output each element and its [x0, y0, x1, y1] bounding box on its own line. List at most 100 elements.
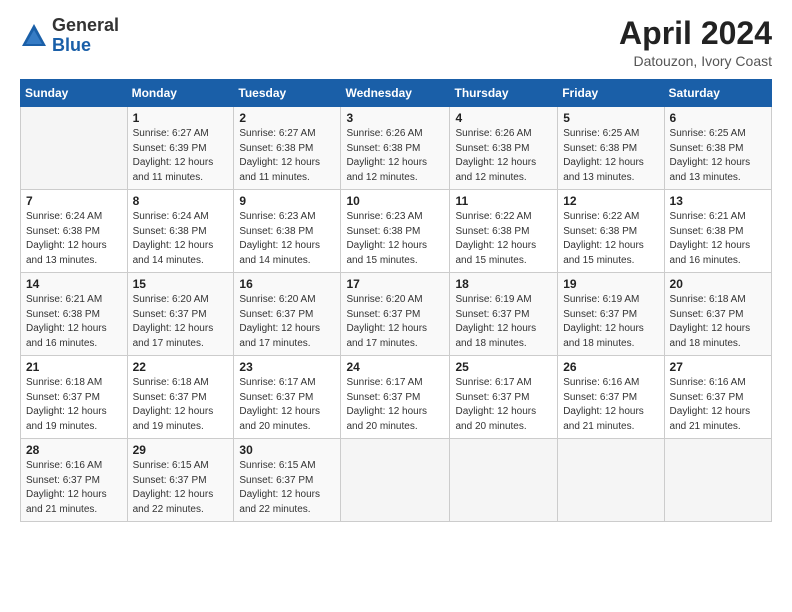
calendar-cell	[558, 439, 664, 522]
day-info: Sunrise: 6:26 AM Sunset: 6:38 PM Dayligh…	[455, 127, 552, 185]
day-info: Sunrise: 6:27 AM Sunset: 6:38 PM Dayligh…	[239, 127, 335, 185]
logo: General Blue	[20, 16, 119, 56]
day-info: Sunrise: 6:16 AM Sunset: 6:37 PM Dayligh…	[563, 376, 658, 434]
day-number: 4	[455, 111, 552, 125]
calendar-cell: 16Sunrise: 6:20 AM Sunset: 6:37 PM Dayli…	[234, 273, 341, 356]
day-number: 22	[133, 360, 229, 374]
day-info: Sunrise: 6:17 AM Sunset: 6:37 PM Dayligh…	[455, 376, 552, 434]
calendar-cell: 27 Sunrise: 6:16 AM Sunset: 6:37 PM Dayli…	[664, 356, 771, 439]
calendar-cell: 9Sunrise: 6:23 AM Sunset: 6:38 PM Daylig…	[234, 190, 341, 273]
day-info: Sunrise: 6:24 AM Sunset: 6:38 PM Dayligh…	[26, 210, 122, 268]
calendar-cell: 30 Sunrise: 6:15 AM Sunset: 6:37 PM Dayli…	[234, 439, 341, 522]
day-info: Sunrise: 6:21 AM Sunset: 6:38 PM Dayligh…	[26, 293, 122, 351]
calendar-cell: 19 Sunrise: 6:19 AM Sunset: 6:37 PM Dayli…	[558, 273, 664, 356]
day-info: Sunrise: 6:15 AM Sunset: 6:37 PM Dayligh…	[239, 459, 335, 517]
day-info: Sunrise: 6:19 AM Sunset: 6:37 PM Dayligh…	[563, 293, 658, 351]
calendar-cell: 25 Sunrise: 6:17 AM Sunset: 6:37 PM Dayli…	[450, 356, 558, 439]
day-info: Sunrise: 6:19 AM Sunset: 6:37 PM Dayligh…	[455, 293, 552, 351]
day-number: 19	[563, 277, 658, 291]
calendar-cell: 14 Sunrise: 6:21 AM Sunset: 6:38 PM Dayli…	[21, 273, 128, 356]
calendar-cell: 29 Sunrise: 6:15 AM Sunset: 6:37 PM Dayli…	[127, 439, 234, 522]
month-title: April 2024	[619, 16, 772, 51]
calendar-cell: 12 Sunrise: 6:22 AM Sunset: 6:38 PM Dayli…	[558, 190, 664, 273]
title-area: April 2024 Datouzon, Ivory Coast	[619, 16, 772, 69]
col-header-saturday: Saturday	[664, 80, 771, 107]
day-info: Sunrise: 6:23 AM Sunset: 6:38 PM Dayligh…	[239, 210, 335, 268]
logo-text: General Blue	[52, 16, 119, 56]
calendar-week-4: 21 Sunrise: 6:18 AM Sunset: 6:37 PM Dayli…	[21, 356, 772, 439]
day-number: 3	[346, 111, 444, 125]
col-header-sunday: Sunday	[21, 80, 128, 107]
calendar-table: SundayMondayTuesdayWednesdayThursdayFrid…	[20, 79, 772, 522]
col-header-thursday: Thursday	[450, 80, 558, 107]
calendar-cell: 28 Sunrise: 6:16 AM Sunset: 6:37 PM Dayli…	[21, 439, 128, 522]
day-number: 1	[133, 111, 229, 125]
day-number: 7	[26, 194, 122, 208]
calendar-week-2: 7 Sunrise: 6:24 AM Sunset: 6:38 PM Daylig…	[21, 190, 772, 273]
day-number: 27	[670, 360, 766, 374]
day-number: 23	[239, 360, 335, 374]
day-number: 29	[133, 443, 229, 457]
day-info: Sunrise: 6:15 AM Sunset: 6:37 PM Dayligh…	[133, 459, 229, 517]
day-number: 28	[26, 443, 122, 457]
calendar-cell: 23Sunrise: 6:17 AM Sunset: 6:37 PM Dayli…	[234, 356, 341, 439]
day-info: Sunrise: 6:23 AM Sunset: 6:38 PM Dayligh…	[346, 210, 444, 268]
day-number: 30	[239, 443, 335, 457]
day-info: Sunrise: 6:22 AM Sunset: 6:38 PM Dayligh…	[563, 210, 658, 268]
calendar-week-1: 1 Sunrise: 6:27 AM Sunset: 6:39 PM Daylig…	[21, 107, 772, 190]
day-info: Sunrise: 6:17 AM Sunset: 6:37 PM Dayligh…	[346, 376, 444, 434]
calendar-cell	[664, 439, 771, 522]
day-number: 13	[670, 194, 766, 208]
calendar-cell	[21, 107, 128, 190]
calendar-cell: 26 Sunrise: 6:16 AM Sunset: 6:37 PM Dayli…	[558, 356, 664, 439]
day-number: 25	[455, 360, 552, 374]
calendar-week-3: 14 Sunrise: 6:21 AM Sunset: 6:38 PM Dayli…	[21, 273, 772, 356]
day-number: 10	[346, 194, 444, 208]
page: General Blue April 2024 Datouzon, Ivory …	[0, 0, 792, 612]
day-number: 14	[26, 277, 122, 291]
day-info: Sunrise: 6:27 AM Sunset: 6:39 PM Dayligh…	[133, 127, 229, 185]
col-header-wednesday: Wednesday	[341, 80, 450, 107]
day-info: Sunrise: 6:22 AM Sunset: 6:38 PM Dayligh…	[455, 210, 552, 268]
day-info: Sunrise: 6:16 AM Sunset: 6:37 PM Dayligh…	[26, 459, 122, 517]
col-header-friday: Friday	[558, 80, 664, 107]
day-info: Sunrise: 6:18 AM Sunset: 6:37 PM Dayligh…	[133, 376, 229, 434]
calendar-header-row: SundayMondayTuesdayWednesdayThursdayFrid…	[21, 80, 772, 107]
calendar-cell: 21Sunrise: 6:18 AM Sunset: 6:37 PM Dayli…	[21, 356, 128, 439]
day-info: Sunrise: 6:20 AM Sunset: 6:37 PM Dayligh…	[346, 293, 444, 351]
calendar-cell: 11Sunrise: 6:22 AM Sunset: 6:38 PM Dayli…	[450, 190, 558, 273]
calendar-cell: 15Sunrise: 6:20 AM Sunset: 6:37 PM Dayli…	[127, 273, 234, 356]
day-number: 2	[239, 111, 335, 125]
calendar-cell: 17Sunrise: 6:20 AM Sunset: 6:37 PM Dayli…	[341, 273, 450, 356]
day-info: Sunrise: 6:16 AM Sunset: 6:37 PM Dayligh…	[670, 376, 766, 434]
day-number: 24	[346, 360, 444, 374]
calendar-week-5: 28 Sunrise: 6:16 AM Sunset: 6:37 PM Dayli…	[21, 439, 772, 522]
day-number: 20	[670, 277, 766, 291]
calendar-cell: 8 Sunrise: 6:24 AM Sunset: 6:38 PM Daylig…	[127, 190, 234, 273]
calendar-cell: 1 Sunrise: 6:27 AM Sunset: 6:39 PM Daylig…	[127, 107, 234, 190]
day-info: Sunrise: 6:20 AM Sunset: 6:37 PM Dayligh…	[239, 293, 335, 351]
day-info: Sunrise: 6:25 AM Sunset: 6:38 PM Dayligh…	[670, 127, 766, 185]
calendar-cell: 6Sunrise: 6:25 AM Sunset: 6:38 PM Daylig…	[664, 107, 771, 190]
calendar-cell: 3Sunrise: 6:26 AM Sunset: 6:38 PM Daylig…	[341, 107, 450, 190]
header: General Blue April 2024 Datouzon, Ivory …	[20, 16, 772, 69]
day-number: 12	[563, 194, 658, 208]
day-info: Sunrise: 6:24 AM Sunset: 6:38 PM Dayligh…	[133, 210, 229, 268]
logo-blue: Blue	[52, 36, 119, 56]
day-number: 8	[133, 194, 229, 208]
logo-general: General	[52, 16, 119, 36]
day-info: Sunrise: 6:21 AM Sunset: 6:38 PM Dayligh…	[670, 210, 766, 268]
day-number: 18	[455, 277, 552, 291]
calendar-cell: 20 Sunrise: 6:18 AM Sunset: 6:37 PM Dayli…	[664, 273, 771, 356]
calendar-cell: 4 Sunrise: 6:26 AM Sunset: 6:38 PM Daylig…	[450, 107, 558, 190]
logo-icon	[20, 22, 48, 50]
day-number: 21	[26, 360, 122, 374]
day-number: 5	[563, 111, 658, 125]
day-info: Sunrise: 6:18 AM Sunset: 6:37 PM Dayligh…	[670, 293, 766, 351]
calendar-cell: 18 Sunrise: 6:19 AM Sunset: 6:37 PM Dayli…	[450, 273, 558, 356]
calendar-cell: 5Sunrise: 6:25 AM Sunset: 6:38 PM Daylig…	[558, 107, 664, 190]
calendar-cell: 10 Sunrise: 6:23 AM Sunset: 6:38 PM Dayli…	[341, 190, 450, 273]
calendar-cell: 22 Sunrise: 6:18 AM Sunset: 6:37 PM Dayli…	[127, 356, 234, 439]
day-info: Sunrise: 6:20 AM Sunset: 6:37 PM Dayligh…	[133, 293, 229, 351]
day-number: 26	[563, 360, 658, 374]
